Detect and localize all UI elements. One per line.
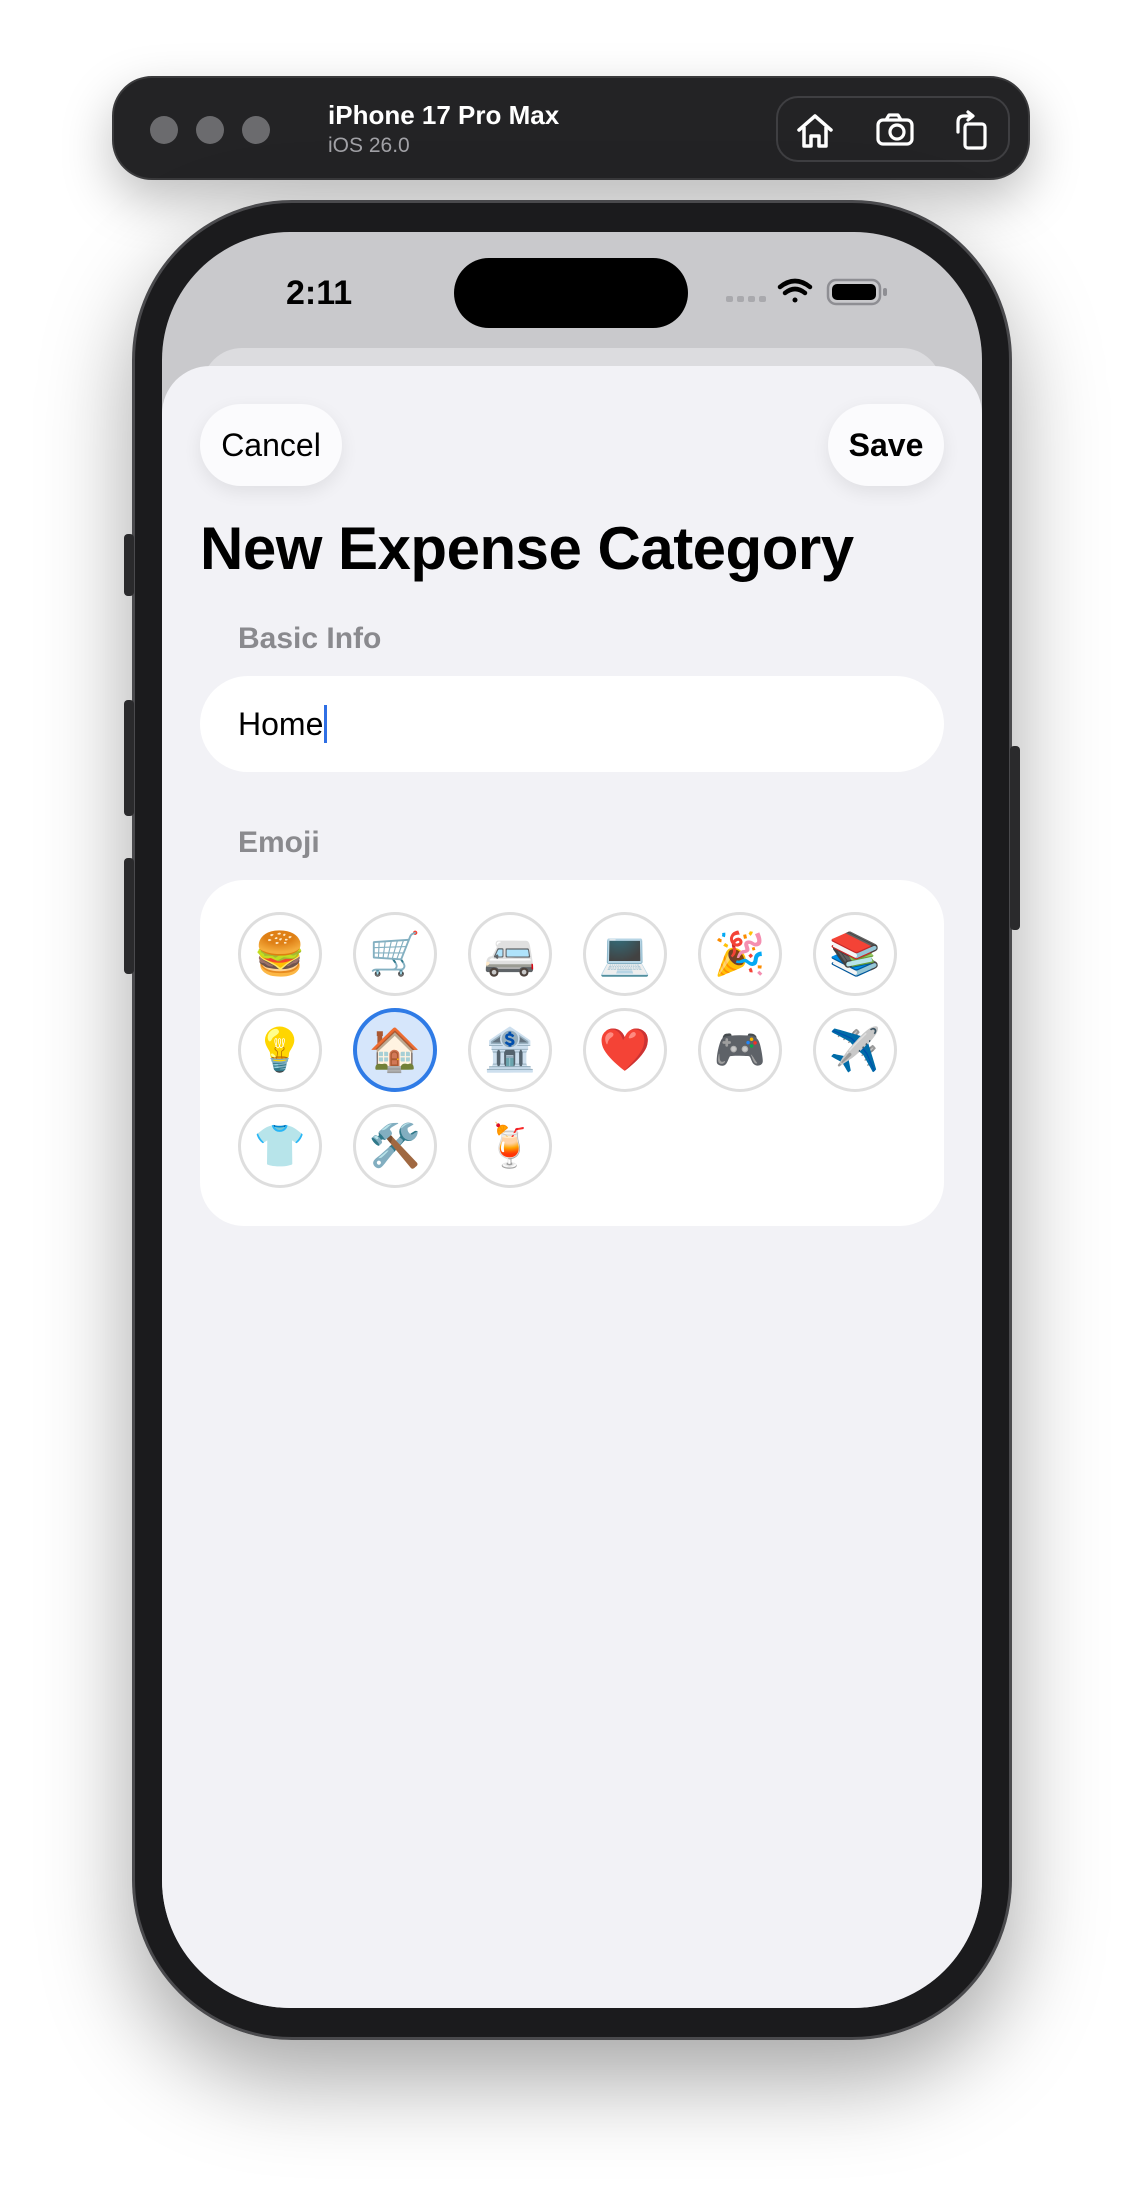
emoji-option-burger[interactable]: 🍔 bbox=[238, 912, 322, 996]
emoji-option-light-bulb[interactable]: 💡 bbox=[238, 1008, 322, 1092]
side-button[interactable] bbox=[1010, 746, 1020, 930]
signal-icon bbox=[726, 296, 766, 302]
status-time: 2:11 bbox=[286, 274, 353, 312]
emoji-option-party-popper[interactable]: 🎉 bbox=[698, 912, 782, 996]
category-name-field[interactable]: Home bbox=[200, 676, 944, 772]
simulator-toolbar: iPhone 17 Pro Max iOS 26.0 bbox=[112, 76, 1030, 180]
emoji-option-shopping-cart[interactable]: 🛒 bbox=[353, 912, 437, 996]
action-button[interactable] bbox=[124, 534, 134, 596]
basic-info-label: Basic Info bbox=[238, 622, 382, 655]
window-zoom-dot[interactable] bbox=[242, 116, 270, 144]
emoji-option-airplane[interactable]: ✈️ bbox=[813, 1008, 897, 1092]
emoji-option-heart[interactable]: ❤️ bbox=[583, 1008, 667, 1092]
emoji-grid: 🍔 🛒 🚐 💻 🎉 📚 💡 🏠 🏦 ❤️ 🎮 ✈️ 👕 🛠️ 🍹 bbox=[238, 912, 897, 1188]
cancel-button[interactable]: Cancel bbox=[200, 404, 342, 486]
volume-down-button[interactable] bbox=[124, 858, 134, 974]
screenshot-icon[interactable] bbox=[874, 110, 916, 152]
status-icons bbox=[726, 278, 887, 306]
emoji-option-bank[interactable]: 🏦 bbox=[468, 1008, 552, 1092]
wifi-icon bbox=[777, 278, 813, 303]
emoji-option-bus[interactable]: 🚐 bbox=[468, 912, 552, 996]
battery-icon bbox=[826, 278, 887, 306]
emoji-option-tools[interactable]: 🛠️ bbox=[353, 1104, 437, 1188]
simulator-actions bbox=[776, 96, 1010, 162]
emoji-option-game-controller[interactable]: 🎮 bbox=[698, 1008, 782, 1092]
emoji-option-tropical-drink[interactable]: 🍹 bbox=[468, 1104, 552, 1188]
page-title: New Expense Category bbox=[200, 515, 854, 582]
emoji-label: Emoji bbox=[238, 826, 320, 859]
emoji-option-house[interactable]: 🏠 bbox=[353, 1008, 437, 1092]
simulator-device-name: iPhone 17 Pro Max bbox=[328, 100, 560, 130]
home-icon[interactable] bbox=[794, 110, 836, 152]
emoji-option-shirt[interactable]: 👕 bbox=[238, 1104, 322, 1188]
emoji-option-books[interactable]: 📚 bbox=[813, 912, 897, 996]
new-category-sheet: Cancel Save New Expense Category Basic I… bbox=[162, 366, 982, 2008]
simulator-os-version: iOS 26.0 bbox=[328, 134, 410, 157]
window-minimize-dot[interactable] bbox=[196, 116, 224, 144]
volume-up-button[interactable] bbox=[124, 700, 134, 816]
emoji-option-laptop[interactable]: 💻 bbox=[583, 912, 667, 996]
rotate-icon[interactable] bbox=[952, 110, 994, 152]
window-close-dot[interactable] bbox=[150, 116, 178, 144]
save-button[interactable]: Save bbox=[828, 404, 944, 486]
emoji-picker: 🍔 🛒 🚐 💻 🎉 📚 💡 🏠 🏦 ❤️ 🎮 ✈️ 👕 🛠️ 🍹 bbox=[200, 880, 944, 1226]
text-caret bbox=[324, 705, 328, 743]
phone-screen: 2:11 Cancel Save New Expense Category Ba… bbox=[162, 232, 982, 2008]
dynamic-island bbox=[454, 258, 688, 328]
category-name-value: Home bbox=[238, 705, 324, 742]
